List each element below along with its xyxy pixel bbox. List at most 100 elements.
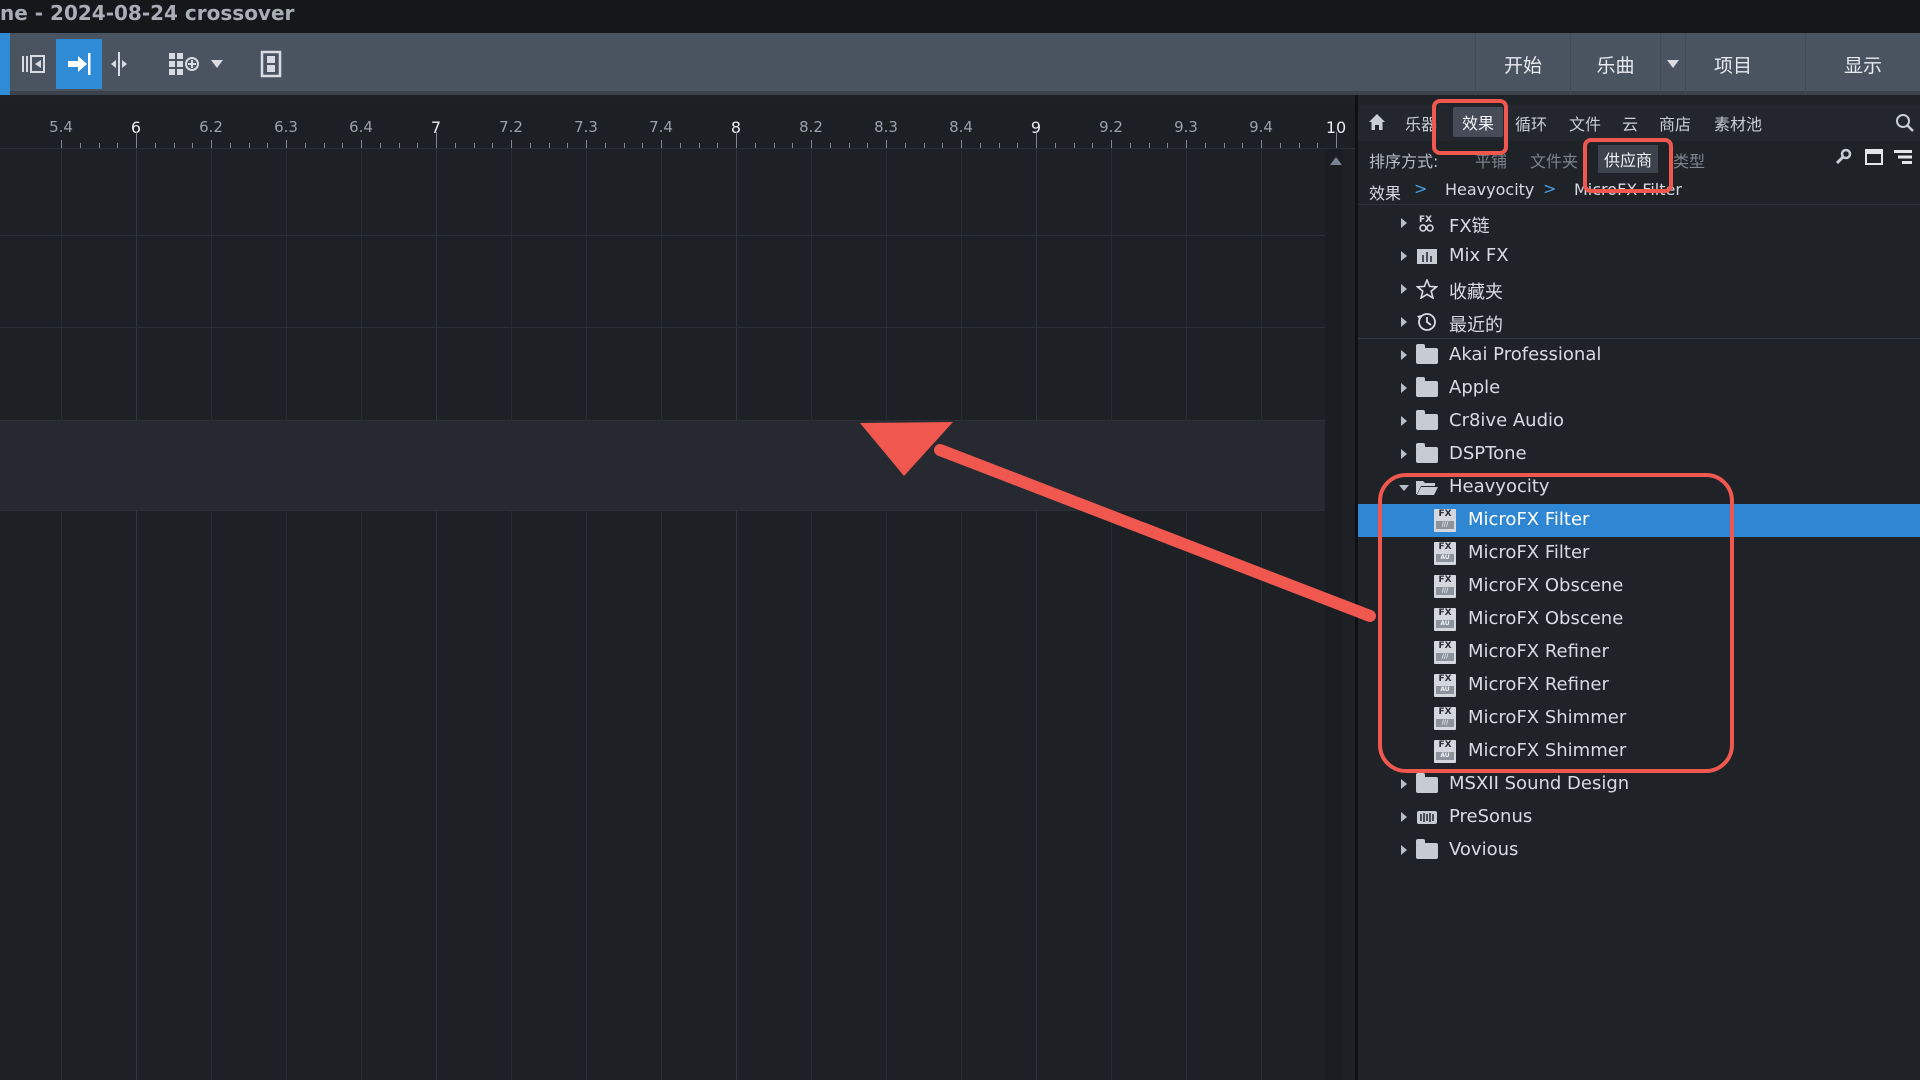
sort-folder[interactable]: 文件夹: [1530, 148, 1578, 172]
ruler-subtick-mark: [342, 143, 344, 148]
grid-dropdown-icon[interactable]: [206, 39, 228, 89]
ruler-tick-mark: [436, 132, 437, 148]
tree-item-recent[interactable]: 最近的: [1358, 306, 1920, 339]
wrench-icon[interactable]: [1834, 148, 1852, 170]
ruler-tick-mark: [361, 140, 362, 148]
ruler-subtick-mark: [1204, 143, 1206, 148]
grid-line: [511, 149, 512, 1080]
tab-cloud[interactable]: 云: [1622, 111, 1638, 135]
snap-to-start-icon[interactable]: [14, 39, 52, 89]
ruler-subtick-mark: [1092, 143, 1094, 148]
search-icon[interactable]: [1895, 113, 1915, 137]
tree-item-label: 收藏夹: [1449, 282, 1503, 303]
ruler-subtick-mark: [1129, 143, 1131, 148]
tree-item-mix-fx[interactable]: Mix FX: [1358, 240, 1920, 273]
ruler-tick-label: 8.4: [949, 118, 973, 136]
tree-item-vendor[interactable]: Vovious: [1358, 834, 1920, 867]
ruler-subtick-mark: [1242, 143, 1244, 148]
tree-item-fx-chains[interactable]: FX FX链: [1358, 207, 1920, 240]
tree-item-label: MSXII Sound Design: [1449, 773, 1630, 794]
ruler-tick-label: 9.2: [1099, 118, 1123, 136]
folder-icon: [1416, 839, 1438, 859]
ruler-subtick-mark: [773, 143, 775, 148]
nav-song-button[interactable]: 乐曲: [1570, 33, 1660, 95]
expand-triangle-icon[interactable]: [1401, 812, 1407, 822]
ruler-subtick-mark: [792, 143, 794, 148]
ruler-subtick-mark: [829, 143, 831, 148]
tree-item-label: FX链: [1449, 216, 1490, 237]
track-divider: [0, 327, 1325, 328]
tree-item-vendor[interactable]: Apple: [1358, 372, 1920, 405]
tree-item-vendor[interactable]: PreSonus: [1358, 801, 1920, 834]
grid-line: [586, 149, 587, 1080]
view-window-icon[interactable]: [1865, 149, 1883, 169]
ruler-subtick-mark: [848, 143, 850, 148]
expand-triangle-icon[interactable]: [1401, 383, 1407, 393]
ruler-subtick-mark: [904, 143, 906, 148]
breadcrumb-vendor[interactable]: Heavyocity: [1445, 180, 1534, 199]
expand-triangle-icon[interactable]: [1401, 251, 1407, 261]
scroll-up-icon[interactable]: [1330, 157, 1342, 165]
ruler-tick-mark: [1261, 140, 1262, 148]
timeline-ruler[interactable]: 5.4 6 6.2 6.3 6.4 7 7.2 7.3 7.4 8 8.2 8.3 8.4 9 9.2 9.3…: [0, 105, 1355, 149]
ruler-tick-label: 7.2: [499, 118, 523, 136]
expand-triangle-icon[interactable]: [1401, 350, 1407, 360]
nav-start-button[interactable]: 开始: [1475, 33, 1570, 95]
tab-store[interactable]: 商店: [1659, 111, 1691, 135]
grid-line: [736, 149, 737, 1080]
sort-type[interactable]: 类型: [1673, 148, 1705, 172]
tree-item-vendor[interactable]: DSPTone: [1358, 438, 1920, 471]
grid-add-icon[interactable]: [163, 39, 203, 89]
ruler-tick-label: 9.3: [1174, 118, 1198, 136]
tab-loops[interactable]: 循环: [1515, 111, 1547, 135]
tree-item-label: PreSonus: [1449, 806, 1533, 827]
song-dropdown-icon[interactable]: [1660, 33, 1685, 95]
tree-item-favorites[interactable]: 收藏夹: [1358, 273, 1920, 306]
list-view-icon[interactable]: [1893, 149, 1913, 169]
nav-project-button[interactable]: 项目: [1685, 33, 1780, 95]
expand-triangle-icon[interactable]: [1401, 317, 1407, 327]
expand-triangle-icon[interactable]: [1401, 218, 1407, 228]
expand-triangle-icon[interactable]: [1401, 449, 1407, 459]
recent-clock-icon: [1416, 312, 1438, 332]
track-divider: [0, 420, 1325, 421]
expand-triangle-icon[interactable]: [1401, 416, 1407, 426]
ruler-tick-mark: [136, 132, 137, 148]
annotation-vendor-sort: [1583, 138, 1673, 193]
tree-item-label: Akai Professional: [1449, 344, 1602, 365]
tab-files[interactable]: 文件: [1569, 111, 1601, 135]
main-toolbar: 开始 乐曲 项目 显示: [0, 33, 1920, 95]
follow-playhead-icon[interactable]: [56, 39, 102, 89]
grid-line: [286, 149, 287, 1080]
track-lane-highlight[interactable]: [0, 420, 1325, 510]
grid-line: [1261, 149, 1262, 1080]
folder-icon: [1416, 344, 1438, 364]
tree-item-label: 最近的: [1449, 315, 1503, 336]
ruler-tick-mark: [1036, 132, 1037, 148]
arrangement-view[interactable]: 5.4 6 6.2 6.3 6.4 7 7.2 7.3 7.4 8 8.2 8.3 8.4 9 9.2 9.3…: [0, 95, 1355, 1080]
grid-line: [961, 149, 962, 1080]
split-icon[interactable]: [106, 39, 132, 89]
ruler-tick-mark: [1111, 140, 1112, 148]
tab-pool[interactable]: 素材池: [1714, 111, 1762, 135]
tree-item-vendor[interactable]: Akai Professional: [1358, 339, 1920, 372]
breadcrumb-root[interactable]: 效果: [1369, 180, 1401, 204]
tree-item-vendor[interactable]: Cr8ive Audio: [1358, 405, 1920, 438]
expand-triangle-icon[interactable]: [1401, 284, 1407, 294]
home-icon[interactable]: [1368, 113, 1386, 135]
ruler-subtick-mark: [117, 143, 119, 148]
ruler-subtick-mark: [398, 143, 400, 148]
annotation-effects-tab: [1432, 99, 1508, 155]
ruler-subtick-mark: [229, 143, 231, 148]
ruler-subtick-mark: [1317, 143, 1319, 148]
ruler-subtick-mark: [248, 143, 250, 148]
ruler-subtick-mark: [923, 143, 925, 148]
video-icon[interactable]: [256, 39, 286, 89]
ruler-subtick-mark: [1279, 143, 1281, 148]
expand-triangle-icon[interactable]: [1401, 845, 1407, 855]
vertical-scrollbar[interactable]: [1325, 149, 1343, 1080]
ruler-subtick-mark: [754, 143, 756, 148]
breadcrumb-separator: >: [1543, 179, 1557, 198]
expand-triangle-icon[interactable]: [1401, 779, 1407, 789]
nav-show-button[interactable]: 显示: [1805, 33, 1920, 95]
